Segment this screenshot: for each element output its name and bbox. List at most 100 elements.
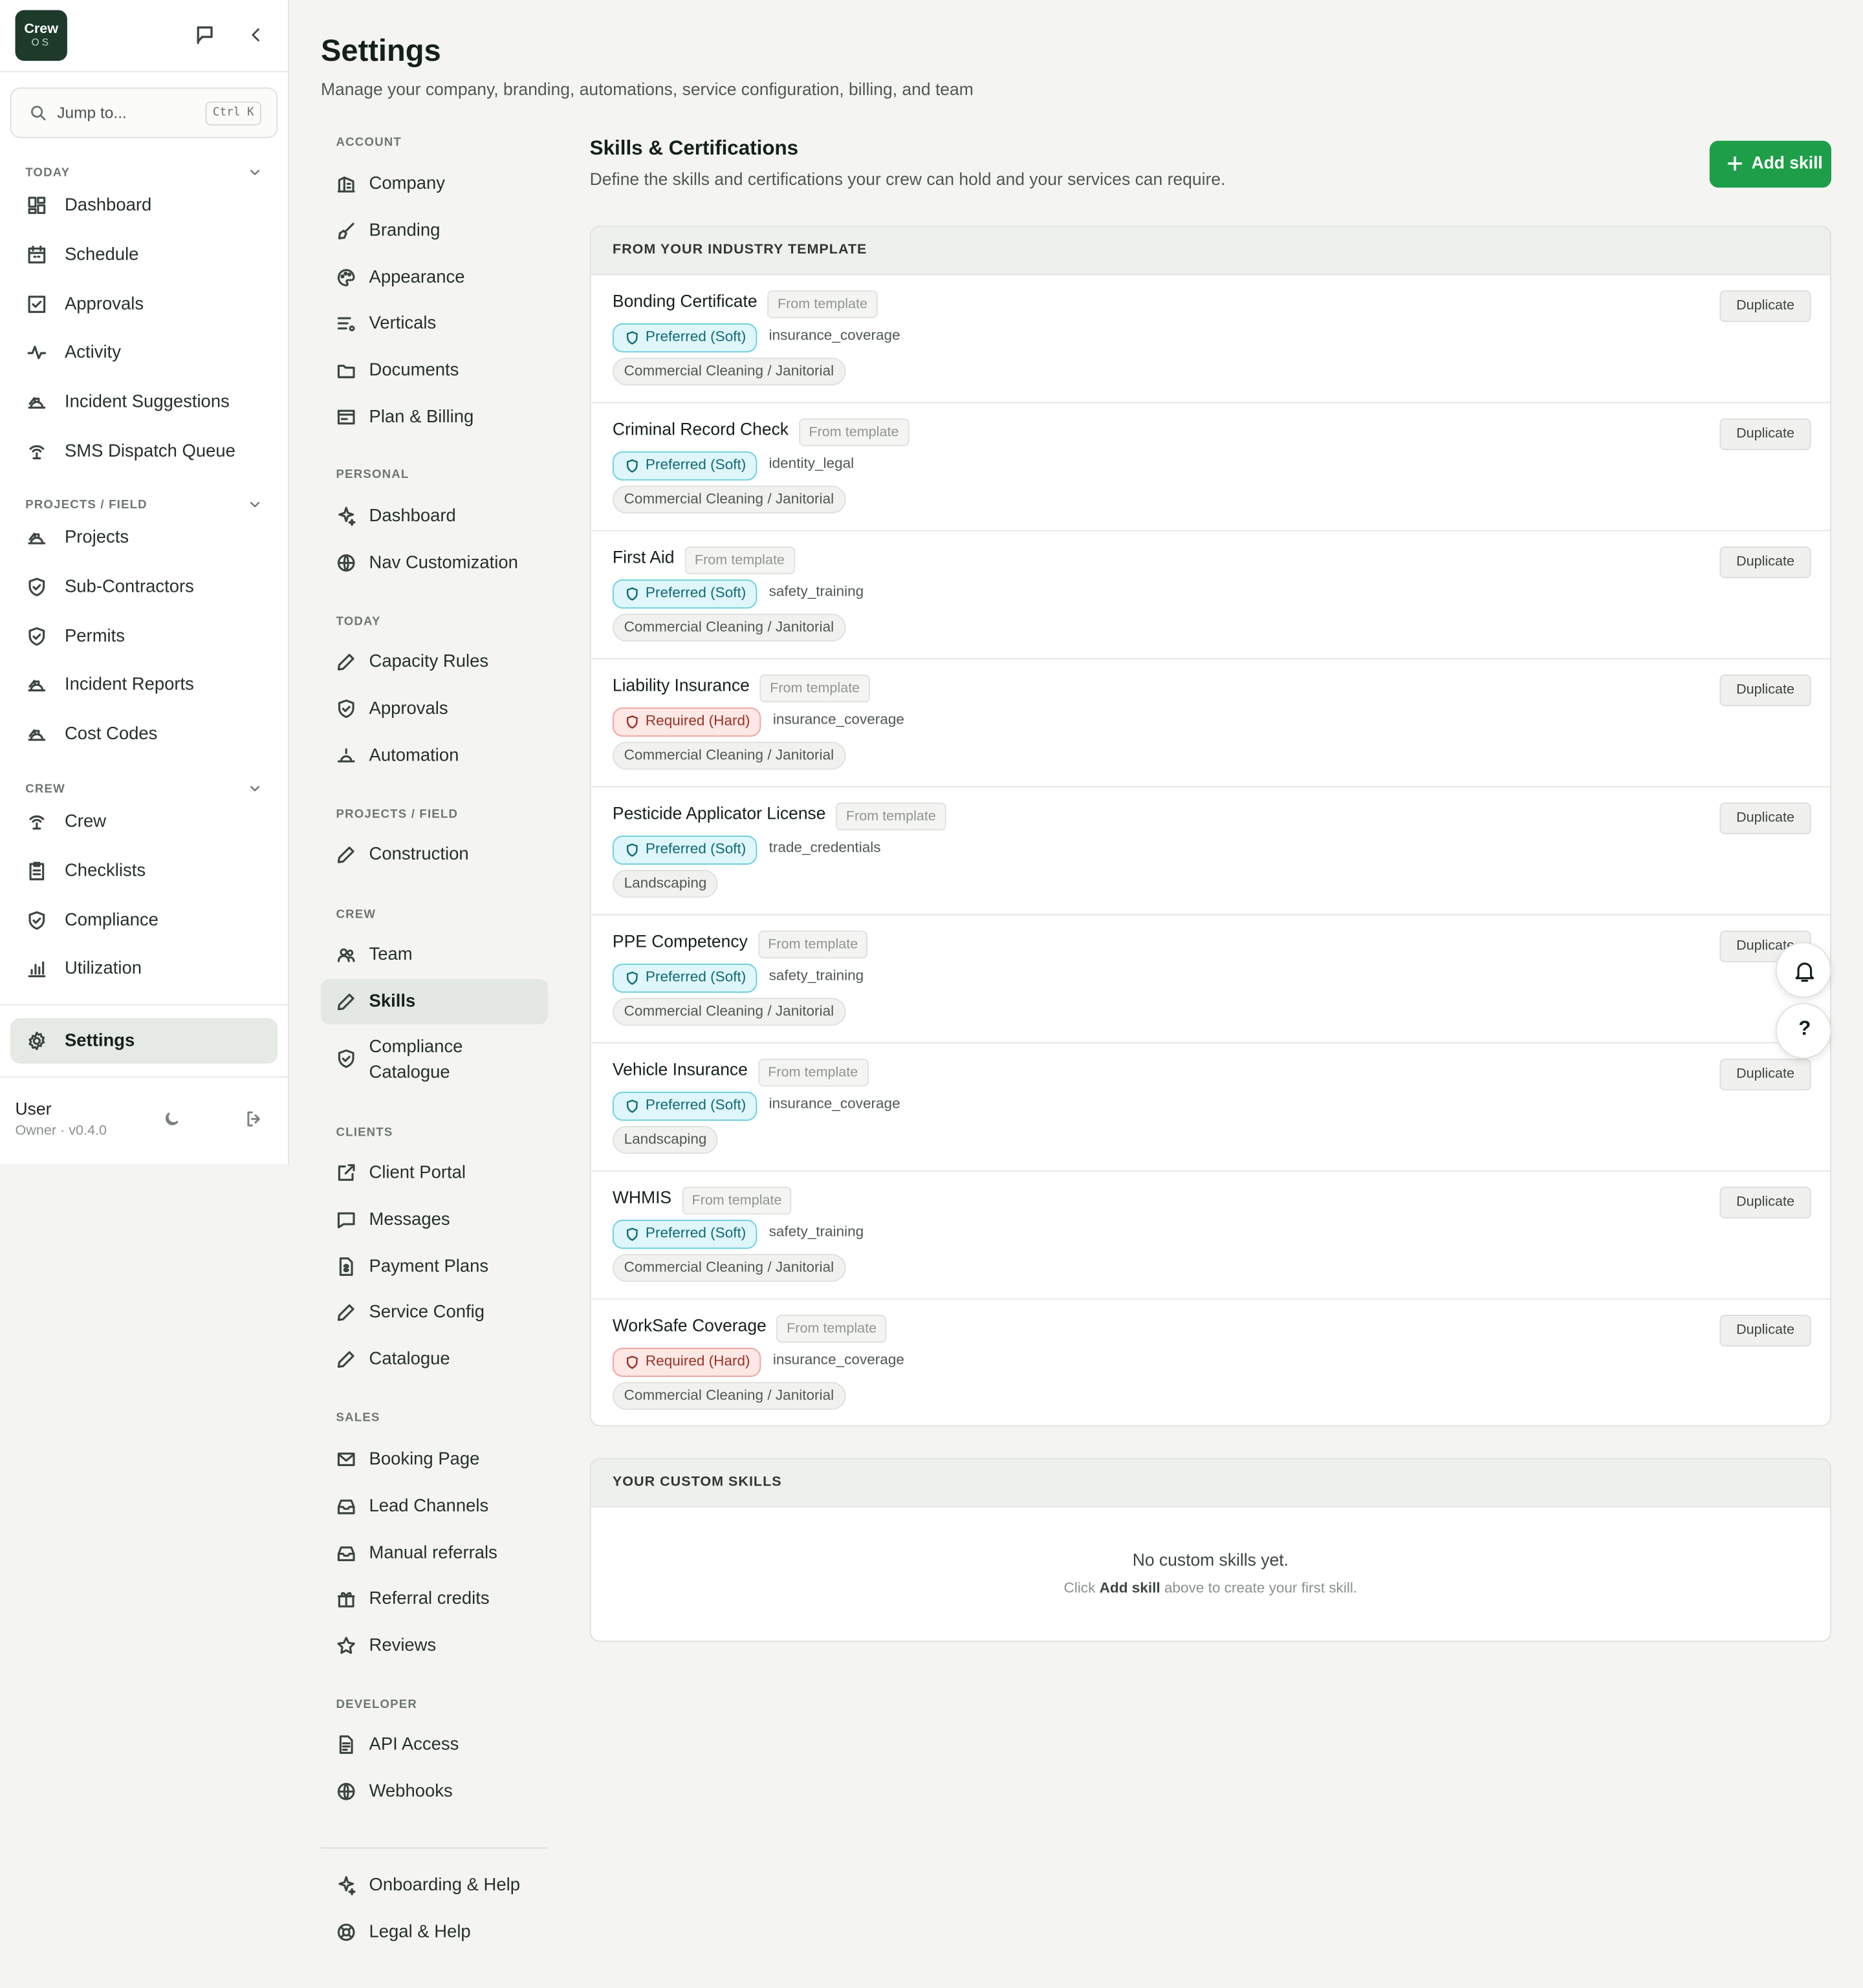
settings-nav-skills[interactable]: Skills [321, 978, 548, 1024]
settings-nav-reviews[interactable]: Reviews [321, 1623, 548, 1669]
skill-row: WHMIS From template Preferred (Soft) safety… [591, 1172, 1831, 1300]
pen-icon [337, 1351, 354, 1368]
sidebar-item-label: Sub-Contractors [64, 575, 194, 596]
chevron-down-icon[interactable] [247, 497, 263, 513]
mail-icon [337, 1453, 355, 1466]
sidebar-item-dashboard[interactable]: Dashboard [10, 182, 278, 228]
settings-nav-branding[interactable]: Branding [321, 208, 548, 254]
settings-nav-onboarding-and-help[interactable]: Onboarding & Help [321, 1863, 548, 1908]
settings-nav-approvals[interactable]: Approvals [321, 686, 548, 731]
skill-name: Bonding Certificate [612, 291, 757, 311]
duplicate-button[interactable]: Duplicate [1719, 1059, 1811, 1091]
sidebar-item-approvals[interactable]: Approvals [10, 281, 278, 327]
settings-nav-catalogue[interactable]: Catalogue [321, 1337, 548, 1383]
sidebar-item-sms-dispatch-queue[interactable]: SMS Dispatch Queue [10, 429, 278, 475]
settings-nav-appearance[interactable]: Appearance [321, 254, 548, 300]
settings-nav-company[interactable]: Company [321, 161, 548, 207]
add-skill-label: Add skill [1751, 153, 1823, 173]
requirement-label: Preferred (Soft) [645, 457, 746, 473]
bar-chart-icon [28, 962, 46, 978]
settings-nav-webhooks[interactable]: Webhooks [321, 1769, 548, 1815]
activity-icon [27, 346, 47, 360]
billing-icon [337, 409, 355, 425]
sidebar-item-incident-reports[interactable]: Incident Reports [10, 662, 278, 708]
help-button[interactable]: ? [1775, 1002, 1831, 1059]
duplicate-button[interactable]: Duplicate [1719, 674, 1811, 707]
moon-icon[interactable] [162, 1109, 181, 1128]
sidebar-item-permits[interactable]: Permits [10, 613, 278, 659]
duplicate-button[interactable]: Duplicate [1719, 418, 1811, 450]
requirement-label: Preferred (Soft) [645, 969, 746, 986]
chevron-down-icon[interactable] [247, 165, 263, 180]
requirement-label: Preferred (Soft) [645, 841, 746, 858]
sidebar-item-label: Activity [64, 341, 121, 362]
sidebar-item-schedule[interactable]: Schedule [10, 232, 278, 277]
settings-nav-payment-plans[interactable]: Payment Plans [321, 1243, 548, 1289]
settings-nav-documents[interactable]: Documents [321, 348, 548, 394]
sidebar-divider [0, 1004, 289, 1006]
sidebar-item-utilization[interactable]: Utilization [10, 946, 278, 992]
sidebar-item-settings[interactable]: Settings [10, 1018, 278, 1064]
skill-category: insurance_coverage [768, 328, 900, 344]
settings-nav-label: Dashboard [369, 504, 456, 525]
custom-skills-card: YOUR CUSTOM SKILLS No custom skills yet.… [589, 1458, 1831, 1642]
settings-nav-label: Approvals [369, 697, 448, 718]
settings-nav-client-portal[interactable]: Client Portal [321, 1150, 548, 1196]
settings-nav-nav-customization[interactable]: Nav Customization [321, 540, 548, 586]
feedback-icon[interactable] [194, 24, 215, 45]
settings-nav-legal-and-help[interactable]: Legal & Help [321, 1909, 548, 1955]
chevron-down-icon[interactable] [247, 781, 263, 797]
sidebar-item-compliance[interactable]: Compliance [10, 897, 278, 943]
sidebar-item-crew[interactable]: Crew [10, 799, 278, 845]
notifications-button[interactable] [1775, 942, 1831, 998]
settings-nav-plan-and-billing[interactable]: Plan & Billing [321, 394, 548, 440]
settings-nav-automation[interactable]: Automation [321, 732, 548, 778]
sidebar-item-activity[interactable]: Activity [10, 330, 278, 376]
settings-nav-booking-page[interactable]: Booking Page [321, 1436, 548, 1482]
vertical-tag: Commercial Cleaning / Janitorial [612, 1253, 845, 1282]
settings-section-clients: CLIENTS [336, 1125, 393, 1140]
logo-line1: Crew [24, 21, 59, 37]
collapse-sidebar-icon[interactable] [247, 24, 265, 45]
logout-icon[interactable] [245, 1109, 263, 1128]
settings-nav-compliance-catalogue[interactable]: Compliance Catalogue [321, 1025, 548, 1091]
empty-state-hint: Click Add skill above to create your fir… [591, 1581, 1830, 1597]
sidebar-item-checklists[interactable]: Checklists [10, 848, 278, 894]
skill-name: WorkSafe Coverage [612, 1316, 767, 1335]
clipboard-icon [29, 861, 45, 880]
duplicate-button[interactable]: Duplicate [1719, 803, 1811, 835]
requirement-badge: Preferred (Soft) [612, 579, 757, 609]
empty-hint-action: Add skill [1099, 1581, 1160, 1597]
shield-icon [626, 1227, 638, 1241]
duplicate-button[interactable]: Duplicate [1719, 1187, 1811, 1219]
requirement-label: Preferred (Soft) [645, 585, 746, 601]
settings-nav-verticals[interactable]: Verticals [321, 301, 548, 347]
jump-to-search[interactable]: Jump to... Ctrl K [10, 87, 278, 138]
dashboard-icon [28, 197, 46, 214]
settings-nav-manual-referrals[interactable]: Manual referrals [321, 1530, 548, 1576]
settings-nav-api-access[interactable]: API Access [321, 1722, 548, 1767]
duplicate-button[interactable]: Duplicate [1719, 546, 1811, 578]
skills-title: Skills & Certifications [589, 138, 799, 160]
sidebar-item-projects[interactable]: Projects [10, 515, 278, 561]
settings-nav-service-config[interactable]: Service Config [321, 1290, 548, 1336]
folder-icon [337, 365, 355, 379]
duplicate-button[interactable]: Duplicate [1719, 290, 1811, 322]
duplicate-button[interactable]: Duplicate [1719, 1315, 1811, 1347]
users-icon [337, 948, 355, 962]
sidebar-item-cost-codes[interactable]: Cost Codes [10, 711, 278, 757]
settings-nav-construction[interactable]: Construction [321, 832, 548, 878]
settings-nav-capacity-rules[interactable]: Capacity Rules [321, 639, 548, 685]
sidebar-item-incident-suggestions[interactable]: Incident Suggestions [10, 380, 278, 426]
shield-check-icon [338, 1048, 354, 1068]
settings-nav-referral-credits[interactable]: Referral credits [321, 1577, 548, 1623]
app-logo[interactable]: Crew OS [15, 10, 67, 61]
add-skill-button[interactable]: Add skill [1709, 140, 1831, 188]
sidebar-item-label: Utilization [64, 957, 142, 978]
settings-nav-team[interactable]: Team [321, 932, 548, 978]
settings-nav-lead-channels[interactable]: Lead Channels [321, 1483, 548, 1529]
settings-nav-dashboard[interactable]: Dashboard [321, 493, 548, 539]
sidebar-item-sub-contractors[interactable]: Sub-Contractors [10, 564, 278, 610]
requirement-badge: Preferred (Soft) [612, 835, 757, 865]
settings-nav-messages[interactable]: Messages [321, 1196, 548, 1242]
